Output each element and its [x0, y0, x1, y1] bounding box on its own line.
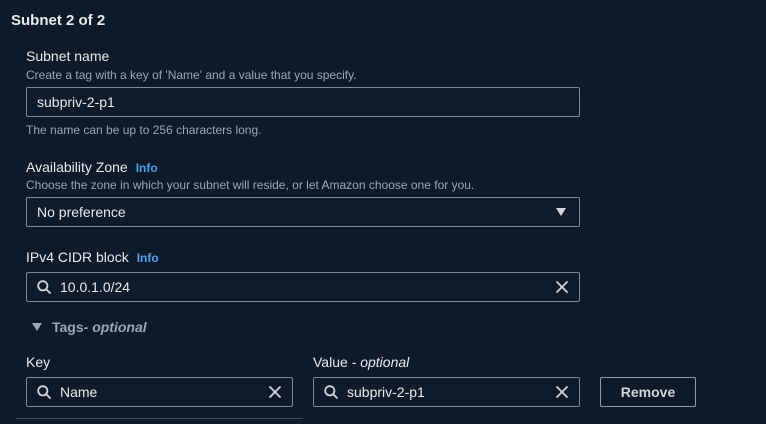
subnet-name-input[interactable]: subpriv-2-p1 — [26, 87, 580, 117]
cidr-label-text: IPv4 CIDR block — [26, 249, 129, 265]
subnet-name-constraint: The name can be up to 256 characters lon… — [26, 123, 262, 137]
cidr-value: 10.0.1.0/24 — [60, 279, 131, 295]
availability-zone-select[interactable]: No preference — [26, 197, 580, 227]
cidr-input[interactable]: 10.0.1.0/24 — [26, 272, 580, 302]
search-icon — [37, 385, 51, 399]
cidr-label: IPv4 CIDR block Info — [26, 249, 159, 265]
availability-zone-selected-value: No preference — [37, 204, 126, 220]
tags-toggle-label: Tags — [52, 319, 84, 335]
caret-down-icon — [556, 208, 566, 216]
tag-key-input[interactable]: Name — [26, 377, 293, 407]
search-icon — [37, 280, 51, 294]
tag-value-input[interactable]: subpriv-2-p1 — [313, 377, 580, 407]
tags-toggle-optional: - optional — [83, 319, 147, 335]
tag-value-label-text: Value — [313, 354, 348, 370]
clear-icon[interactable] — [555, 280, 569, 294]
clear-icon[interactable] — [555, 385, 569, 399]
tag-value-label: Value - optional — [313, 354, 409, 370]
tag-key-value: Name — [60, 384, 98, 400]
subnet-name-value: subpriv-2-p1 — [37, 94, 115, 110]
clear-icon[interactable] — [268, 385, 282, 399]
search-icon — [324, 385, 338, 399]
tag-value-optional: - optional — [347, 354, 410, 370]
subnet-name-label: Subnet name — [26, 48, 110, 64]
subnet-settings-panel: Subnet 2 of 2 Subnet name Create a tag w… — [0, 0, 766, 424]
availability-zone-description: Choose the zone in which your subnet wil… — [26, 178, 475, 192]
availability-zone-label-text: Availability Zone — [26, 159, 128, 175]
tags-expand-toggle[interactable]: Tags - optional — [32, 319, 147, 335]
cidr-info-link[interactable]: Info — [137, 251, 159, 265]
triangle-down-icon — [32, 323, 42, 331]
tag-value-value: subpriv-2-p1 — [347, 384, 425, 400]
remove-tag-button[interactable]: Remove — [600, 377, 696, 407]
availability-zone-label: Availability Zone Info — [26, 159, 158, 175]
section-title: Subnet 2 of 2 — [11, 12, 106, 29]
subnet-name-description: Create a tag with a key of 'Name' and a … — [26, 68, 357, 82]
availability-zone-info-link[interactable]: Info — [136, 161, 158, 175]
tag-key-label: Key — [26, 354, 51, 370]
divider — [16, 418, 303, 419]
